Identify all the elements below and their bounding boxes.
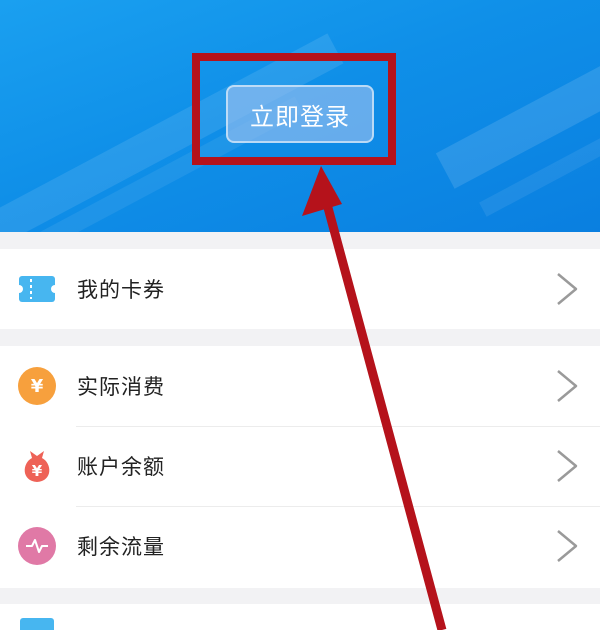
menu-group-partial: [0, 604, 600, 630]
ticket-icon: [18, 270, 56, 308]
chevron-right-icon: [552, 448, 580, 484]
svg-text:¥: ¥: [32, 462, 43, 480]
menu-item-remaining-data[interactable]: 剩余流量: [0, 506, 600, 586]
chevron-right-icon: [552, 368, 580, 404]
chevron-right-icon: [552, 271, 580, 307]
menu-item-label: 实际消费: [77, 375, 165, 399]
menu-icon-partial: [20, 618, 54, 630]
chevron-right-icon: [552, 528, 580, 564]
menu-item-label: 剩余流量: [77, 535, 165, 559]
yen-coin-icon: ¥: [18, 367, 56, 405]
highlight-box: [192, 53, 396, 165]
menu-item-my-coupons[interactable]: 我的卡券: [0, 249, 600, 329]
money-bag-icon: ¥: [18, 447, 56, 485]
menu-item-label: 我的卡券: [77, 278, 165, 302]
data-wave-icon: [18, 527, 56, 565]
menu-item-actual-spending[interactable]: ¥ 实际消费: [0, 346, 600, 426]
menu-item-label: 账户余额: [77, 455, 165, 479]
menu-group-coupons: 我的卡券: [0, 249, 600, 329]
menu-item-account-balance[interactable]: ¥ 账户余额: [0, 426, 600, 506]
menu-group-account: ¥ 实际消费 ¥ 账户余额 剩余流量: [0, 346, 600, 588]
